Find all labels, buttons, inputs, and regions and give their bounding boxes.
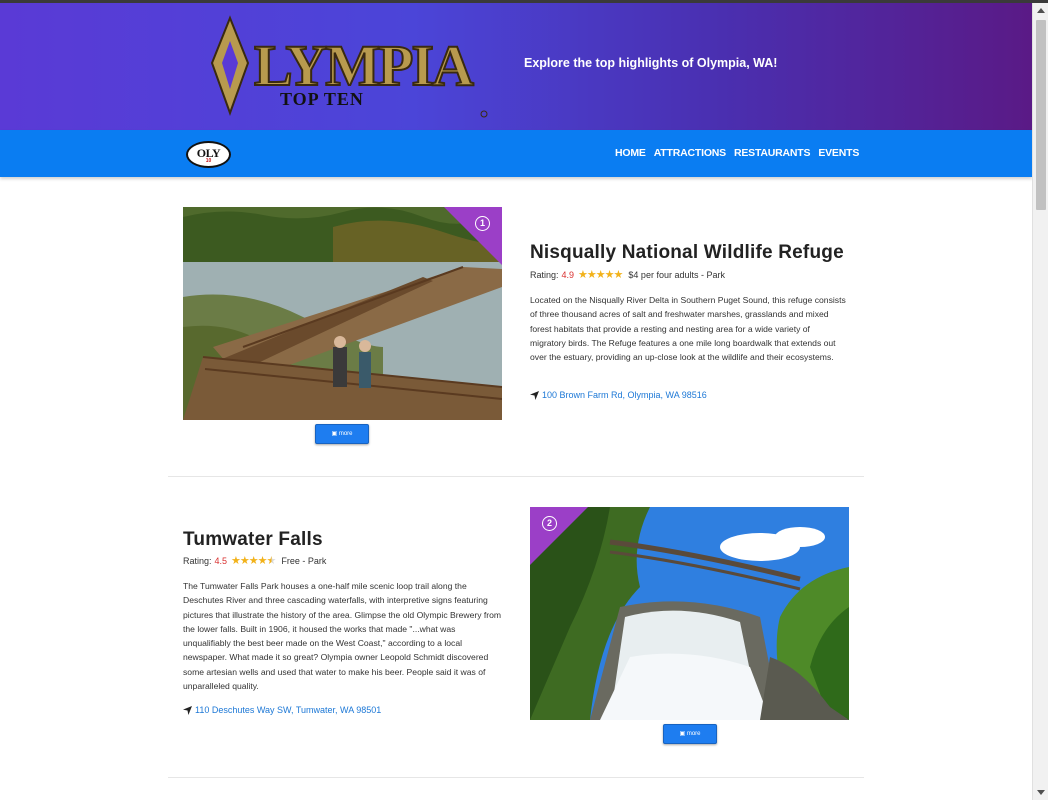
listing-address-link[interactable]: 110 Deschutes Way SW, Tumwater, WA 98501: [183, 705, 381, 715]
badge-sub-text: 10: [205, 158, 212, 164]
listing-description: The Tumwater Falls Park houses a one-hal…: [183, 581, 502, 692]
listing-address-link[interactable]: 100 Brown Farm Rd, Olympia, WA 98516: [530, 390, 707, 400]
location-arrow-icon: [183, 705, 192, 715]
rating-label: Rating:: [183, 556, 212, 566]
listing-meta: Rating: 4.5 ★ ★ ★ ★ ★ Free - Park: [183, 555, 327, 567]
main-navbar: OLY 10 HOME ATTRACTIONS RESTAURANTS EVEN…: [0, 130, 1032, 177]
more-button-label: more: [686, 731, 701, 737]
page-viewport: LYMPIA TOP TEN Explore the top highlight…: [0, 3, 1032, 800]
olympia-top-ten-logo[interactable]: LYMPIA TOP TEN: [200, 13, 492, 121]
section-divider: [168, 476, 864, 477]
price-type: $4 per four adults - Park: [628, 270, 725, 280]
rating-stars: ★ ★ ★ ★ ★: [231, 555, 277, 567]
rating-stars: ★ ★ ★ ★ ★: [578, 269, 624, 281]
nav-restaurants[interactable]: RESTAURANTS: [734, 147, 811, 159]
header-tagline: Explore the top highlights of Olympia, W…: [524, 56, 778, 70]
half-star-icon: ★: [266, 555, 277, 567]
scrollbar-thumb[interactable]: [1036, 20, 1046, 210]
address-text: 110 Deschutes Way SW, Tumwater, WA 98501: [195, 705, 382, 715]
tumwater-falls-photo[interactable]: 2: [530, 507, 849, 720]
nav-events[interactable]: EVENTS: [818, 147, 859, 159]
rating-label: Rating:: [530, 270, 559, 280]
rating-value: 4.9: [561, 270, 575, 280]
section-divider: [168, 777, 864, 778]
image-icon: ▣: [331, 431, 338, 437]
more-button-label: more: [338, 431, 353, 437]
vertical-scrollbar[interactable]: [1032, 3, 1048, 800]
listing-title: Nisqually National Wildlife Refuge: [530, 242, 844, 263]
hero-header: LYMPIA TOP TEN Explore the top highlight…: [0, 3, 1032, 130]
nav-links: HOME ATTRACTIONS RESTAURANTS EVENTS: [615, 147, 859, 159]
more-button[interactable]: ▣ more: [315, 424, 369, 444]
nisqually-photo[interactable]: 1: [183, 207, 502, 420]
scroll-down-arrow-icon[interactable]: [1037, 790, 1045, 795]
more-button[interactable]: ▣ more: [663, 724, 717, 744]
rating-value: 4.5: [214, 556, 228, 566]
location-arrow-icon: [530, 390, 539, 400]
star-icon: ★: [613, 269, 624, 281]
listing-title: Tumwater Falls: [183, 529, 323, 550]
listing-meta: Rating: 4.9 ★ ★ ★ ★ ★ $4 per four adults…: [530, 269, 725, 281]
image-icon: ▣: [679, 731, 686, 737]
oly-home-badge[interactable]: OLY 10: [186, 141, 231, 168]
address-text: 100 Brown Farm Rd, Olympia, WA 98516: [542, 390, 707, 400]
rank-number: 2: [542, 516, 557, 531]
listing-description: Located on the Nisqually River Delta in …: [530, 295, 846, 363]
logo-sub-text: TOP TEN: [280, 89, 364, 109]
rank-number: 1: [475, 216, 490, 231]
nav-home[interactable]: HOME: [615, 147, 646, 159]
price-type: Free - Park: [281, 556, 327, 566]
scroll-up-arrow-icon[interactable]: [1037, 8, 1045, 13]
nav-attractions[interactable]: ATTRACTIONS: [654, 147, 726, 159]
